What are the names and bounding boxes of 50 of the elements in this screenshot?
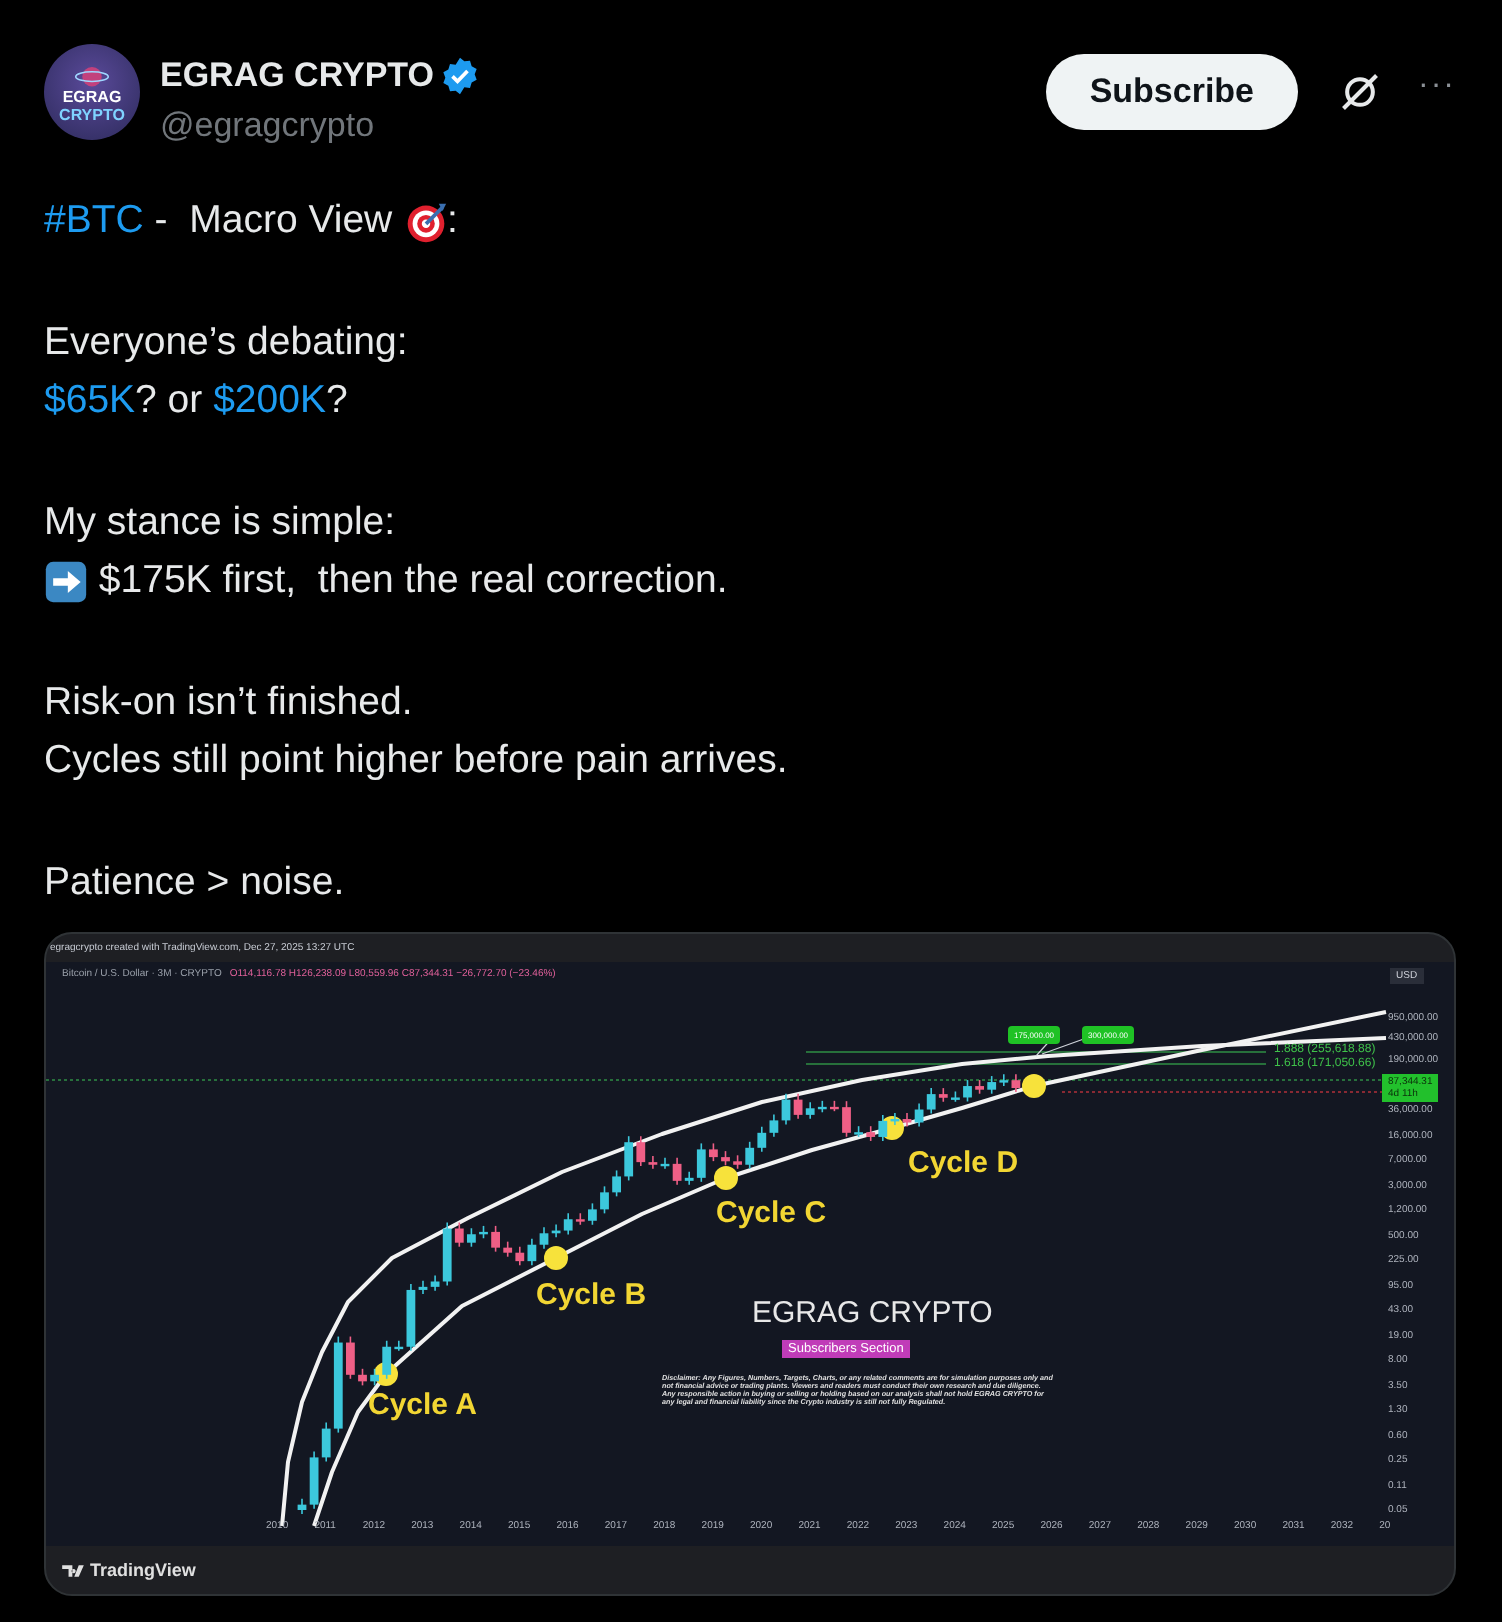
hashtag-link[interactable]: #BTC xyxy=(44,192,144,250)
avatar-text: EGRAG xyxy=(62,87,122,105)
candle xyxy=(975,1079,984,1095)
subscribe-button[interactable]: Subscribe xyxy=(1045,54,1299,130)
author-handle[interactable]: @egragcrypto xyxy=(160,106,480,146)
avatar[interactable]: EGRAG CRYPTO xyxy=(44,44,140,140)
post-text: Cycles still point higher before pain arrives. xyxy=(44,736,790,786)
chart-image[interactable] xyxy=(44,932,1456,1596)
post-text: $175K first, then the real correction. xyxy=(44,552,1456,610)
candle xyxy=(854,1125,863,1138)
candle xyxy=(612,1169,621,1198)
candle xyxy=(733,1154,742,1170)
candle xyxy=(600,1185,609,1215)
candle xyxy=(467,1227,476,1248)
author-name[interactable]: EGRAG CRYPTO xyxy=(160,56,434,96)
candle xyxy=(709,1142,718,1162)
cycle-label: Cycle D xyxy=(908,1146,1019,1180)
candle xyxy=(963,1079,972,1103)
post-text: #BTC - Macro View : xyxy=(44,192,1456,250)
candle xyxy=(491,1225,500,1253)
candle xyxy=(842,1100,851,1138)
target-icon xyxy=(403,199,448,243)
brand-text: TradingView xyxy=(90,1560,196,1580)
candle xyxy=(370,1368,379,1387)
avatar-text: CRYPTO xyxy=(59,105,125,123)
post-text: My stance is simple: xyxy=(44,498,398,548)
candle xyxy=(721,1150,730,1167)
slashed-circle-icon[interactable] xyxy=(1338,70,1383,114)
candle xyxy=(951,1090,960,1103)
post-text: Risk-on isn’t finished. xyxy=(44,678,415,728)
candle xyxy=(358,1368,367,1387)
cycle-marker xyxy=(544,1246,568,1270)
cycle-label: Cycle C xyxy=(716,1196,827,1230)
hashtag-link[interactable]: $65K xyxy=(44,372,136,430)
post-text: Everyone’s debating: xyxy=(44,318,410,368)
cycle-label: Cycle A xyxy=(368,1388,477,1422)
cycle-marker xyxy=(714,1166,738,1190)
tradingview-logo-icon xyxy=(62,1563,84,1577)
logo-icon xyxy=(72,61,112,87)
cycle-label: Cycle B xyxy=(536,1278,647,1312)
hashtag-link[interactable]: $200K xyxy=(213,372,326,430)
cycle-marker xyxy=(1022,1074,1046,1098)
post-text: Patience > noise. xyxy=(44,858,347,908)
candle xyxy=(479,1225,488,1240)
candle xyxy=(588,1202,597,1226)
post-text: $65K? or $200K? xyxy=(44,372,1456,430)
more-button[interactable]: ··· xyxy=(1418,68,1456,104)
watermark-title: EGRAG CRYPTO xyxy=(752,1296,993,1330)
candle xyxy=(830,1100,839,1112)
candle xyxy=(346,1335,355,1380)
